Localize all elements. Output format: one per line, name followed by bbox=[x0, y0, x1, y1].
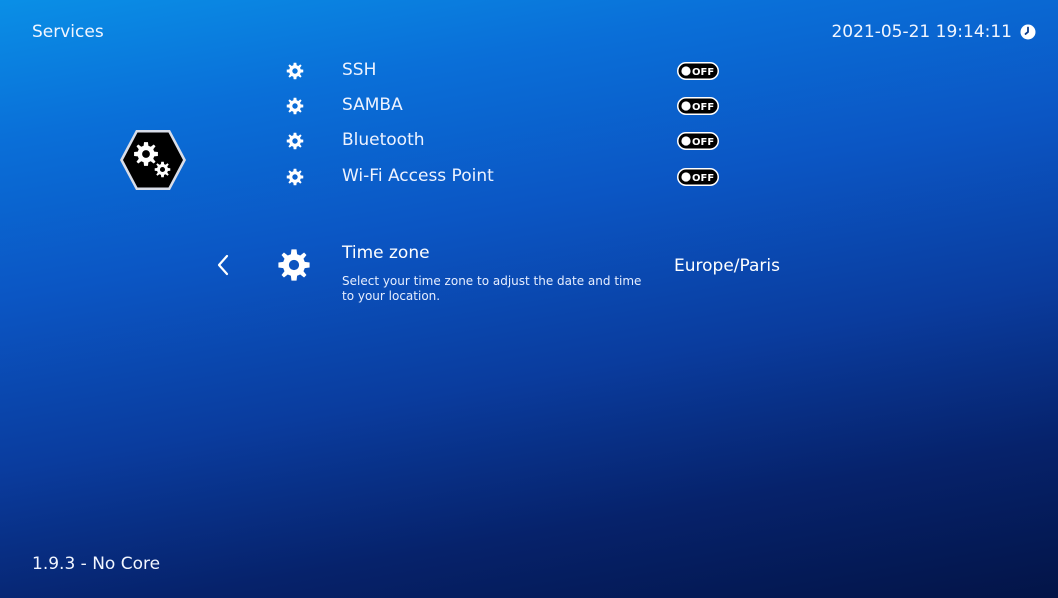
timezone-value[interactable]: Europe/Paris bbox=[674, 256, 780, 276]
toggle-state: OFF bbox=[692, 137, 714, 148]
clock: 2021-05-21 19:14:11 bbox=[831, 22, 1036, 42]
chevron-left-icon[interactable] bbox=[212, 252, 234, 278]
wifi-access-point-toggle[interactable]: OFF bbox=[677, 168, 719, 186]
page-title: Services bbox=[32, 22, 104, 42]
gear-icon bbox=[286, 62, 304, 80]
version-label: 1.9.3 - No Core bbox=[32, 554, 161, 574]
gear-icon bbox=[286, 168, 304, 186]
toggle-state: OFF bbox=[692, 102, 714, 113]
gear-icon bbox=[286, 132, 304, 150]
system-gears-icon bbox=[120, 130, 186, 190]
service-label: SSH bbox=[342, 60, 377, 80]
gear-icon bbox=[278, 249, 310, 281]
gear-icon bbox=[286, 97, 304, 115]
timezone-description: Select your time zone to adjust the date… bbox=[342, 274, 642, 303]
timezone-title: Time zone bbox=[342, 243, 430, 263]
toggle-state: OFF bbox=[692, 173, 714, 184]
service-row-samba[interactable]: SAMBA OFF bbox=[286, 91, 746, 121]
ssh-toggle[interactable]: OFF bbox=[677, 62, 719, 80]
service-row-ssh[interactable]: SSH OFF bbox=[286, 56, 746, 86]
toggle-state: OFF bbox=[692, 67, 714, 78]
bluetooth-toggle[interactable]: OFF bbox=[677, 132, 719, 150]
datetime-text: 2021-05-21 19:14:11 bbox=[831, 22, 1012, 42]
samba-toggle[interactable]: OFF bbox=[677, 97, 719, 115]
service-label: SAMBA bbox=[342, 95, 403, 115]
service-label: Bluetooth bbox=[342, 130, 425, 150]
clock-icon bbox=[1020, 24, 1036, 40]
service-row-wifi-access-point[interactable]: Wi-Fi Access Point OFF bbox=[286, 162, 746, 192]
service-row-bluetooth[interactable]: Bluetooth OFF bbox=[286, 126, 746, 156]
service-label: Wi-Fi Access Point bbox=[342, 166, 494, 186]
